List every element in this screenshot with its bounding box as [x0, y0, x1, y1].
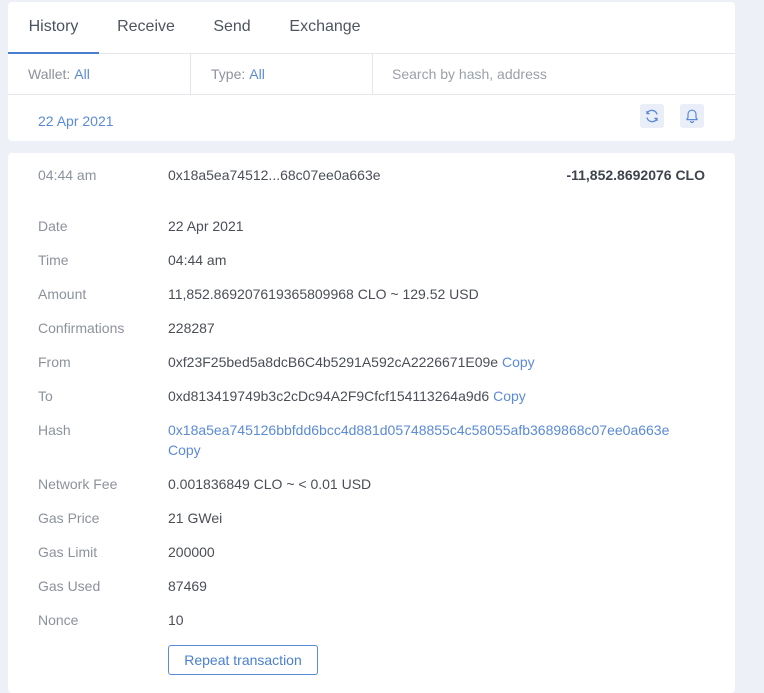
- filter-bar: Wallet: All Type: All: [8, 54, 735, 95]
- detail-label: Gas Limit: [38, 544, 98, 560]
- notifications-button[interactable]: [680, 104, 704, 128]
- date-group-header: 22 Apr 2021: [38, 113, 114, 129]
- transaction-time: 04:44 am: [38, 167, 97, 183]
- detail-value-gas-limit: 200000: [168, 544, 215, 560]
- copy-hash-button[interactable]: Copy: [168, 442, 201, 458]
- detail-value-network-fee: 0.001836849 CLO ~ < 0.01 USD: [168, 476, 372, 492]
- detail-label: Network Fee: [38, 476, 118, 492]
- detail-value-hash: 0x18a5ea745126bbfdd6bcc4d881d05748855c4c…: [168, 420, 708, 460]
- type-filter-label: Type:: [211, 66, 246, 82]
- from-address: 0xf23F25bed5a8dcB6C4b5291A592cA2226671E0…: [168, 354, 499, 370]
- detail-label: Confirmations: [38, 320, 125, 336]
- detail-label: Amount: [38, 286, 87, 302]
- detail-value-to: 0xd813419749b3c2cDc94A2F9Cfcf154113264a9…: [168, 386, 708, 406]
- refresh-button[interactable]: [640, 104, 664, 128]
- detail-value-amount: 11,852.869207619365809968 CLO ~ 129.52 U…: [168, 286, 479, 302]
- tab-receive[interactable]: Receive: [110, 2, 182, 54]
- refresh-icon: [646, 109, 658, 123]
- detail-value-time: 04:44 am: [168, 252, 227, 268]
- wallet-filter-label: Wallet:: [28, 66, 71, 82]
- detail-label: To: [38, 388, 53, 404]
- transaction-amount: -11,852.8692076 CLO: [566, 167, 705, 183]
- type-filter-value[interactable]: All: [249, 66, 265, 82]
- tab-bar: History Receive Send Exchange: [8, 2, 735, 54]
- tab-history[interactable]: History: [8, 2, 99, 54]
- detail-value-confirmations: 228287: [168, 320, 215, 336]
- transactions-header-panel: History Receive Send Exchange Wallet: All…: [8, 2, 735, 141]
- detail-value-from: 0xf23F25bed5a8dcB6C4b5291A592cA2226671E0…: [168, 352, 708, 372]
- transaction-hash-short[interactable]: 0x18a5ea74512...68c07ee0a663e: [168, 167, 381, 183]
- detail-value-gas-used: 87469: [168, 578, 207, 594]
- repeat-transaction-button[interactable]: Repeat transaction: [168, 645, 318, 675]
- search-input[interactable]: [392, 60, 722, 88]
- type-filter[interactable]: Type: All: [211, 54, 373, 94]
- bell-icon: [686, 109, 698, 124]
- wallet-filter-value[interactable]: All: [74, 66, 90, 82]
- to-address: 0xd813419749b3c2cDc94A2F9Cfcf154113264a9…: [168, 388, 490, 404]
- detail-label: Time: [38, 252, 69, 268]
- tab-send[interactable]: Send: [206, 2, 258, 54]
- wallet-filter[interactable]: Wallet: All: [28, 54, 190, 94]
- detail-value-gas-price: 21 GWei: [168, 510, 223, 526]
- transaction-detail-panel: 04:44 am 0x18a5ea74512...68c07ee0a663e -…: [8, 153, 735, 693]
- detail-label: Hash: [38, 422, 71, 438]
- transaction-hash-link[interactable]: 0x18a5ea745126bbfdd6bcc4d881d05748855c4c…: [168, 422, 669, 438]
- filter-divider: [190, 54, 191, 94]
- detail-label: Nonce: [38, 612, 79, 628]
- copy-to-button[interactable]: Copy: [493, 388, 526, 404]
- filter-divider: [372, 54, 373, 94]
- detail-label: Date: [38, 218, 68, 234]
- detail-value-nonce: 10: [168, 612, 184, 628]
- detail-label: Gas Used: [38, 578, 101, 594]
- detail-label: Gas Price: [38, 510, 100, 526]
- tab-exchange[interactable]: Exchange: [282, 2, 368, 54]
- copy-from-button[interactable]: Copy: [502, 354, 535, 370]
- detail-label: From: [38, 354, 71, 370]
- detail-value-date: 22 Apr 2021: [168, 218, 244, 234]
